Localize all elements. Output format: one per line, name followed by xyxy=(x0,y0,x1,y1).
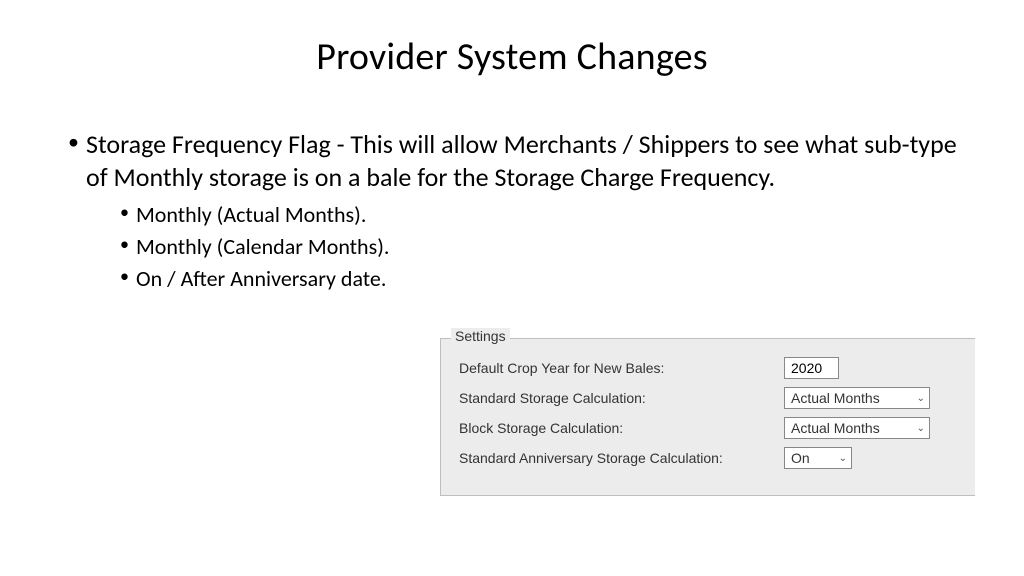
row-standard-storage: Standard Storage Calculation: Actual Mon… xyxy=(459,387,959,409)
label-standard-storage: Standard Storage Calculation: xyxy=(459,390,784,406)
bullet-sub-1: Monthly (Calendar Months). xyxy=(120,231,976,263)
select-standard-storage-value: Actual Months xyxy=(791,390,880,406)
chevron-down-icon: ⌄ xyxy=(839,453,847,464)
slide-title: Provider System Changes xyxy=(0,0,1024,80)
row-block-storage: Block Storage Calculation: Actual Months… xyxy=(459,417,959,439)
chevron-down-icon: ⌄ xyxy=(917,393,925,404)
settings-panel: Settings Default Crop Year for New Bales… xyxy=(440,338,975,496)
select-block-storage-value: Actual Months xyxy=(791,420,880,436)
label-block-storage: Block Storage Calculation: xyxy=(459,420,784,436)
select-standard-storage[interactable]: Actual Months ⌄ xyxy=(784,387,930,409)
select-block-storage[interactable]: Actual Months ⌄ xyxy=(784,417,930,439)
row-anniversary-storage: Standard Anniversary Storage Calculation… xyxy=(459,447,959,469)
settings-fieldset: Settings Default Crop Year for New Bales… xyxy=(440,338,975,496)
label-crop-year: Default Crop Year for New Bales: xyxy=(459,360,784,376)
input-crop-year[interactable] xyxy=(784,357,839,379)
bullet-main-text: Storage Frequency Flag - This will allow… xyxy=(86,128,957,193)
bullet-sub-2: On / After Anniversary date. xyxy=(120,263,976,295)
label-anniversary-storage: Standard Anniversary Storage Calculation… xyxy=(459,450,784,466)
slide-content: Storage Frequency Flag - This will allow… xyxy=(0,80,1024,295)
select-anniversary-storage[interactable]: On ⌄ xyxy=(784,447,852,469)
row-crop-year: Default Crop Year for New Bales: xyxy=(459,357,959,379)
chevron-down-icon: ⌄ xyxy=(917,423,925,434)
select-anniversary-storage-value: On xyxy=(791,450,810,466)
bullet-sub-0: Monthly (Actual Months). xyxy=(120,199,976,231)
settings-legend: Settings xyxy=(451,328,510,344)
bullet-main: Storage Frequency Flag - This will allow… xyxy=(68,128,976,295)
